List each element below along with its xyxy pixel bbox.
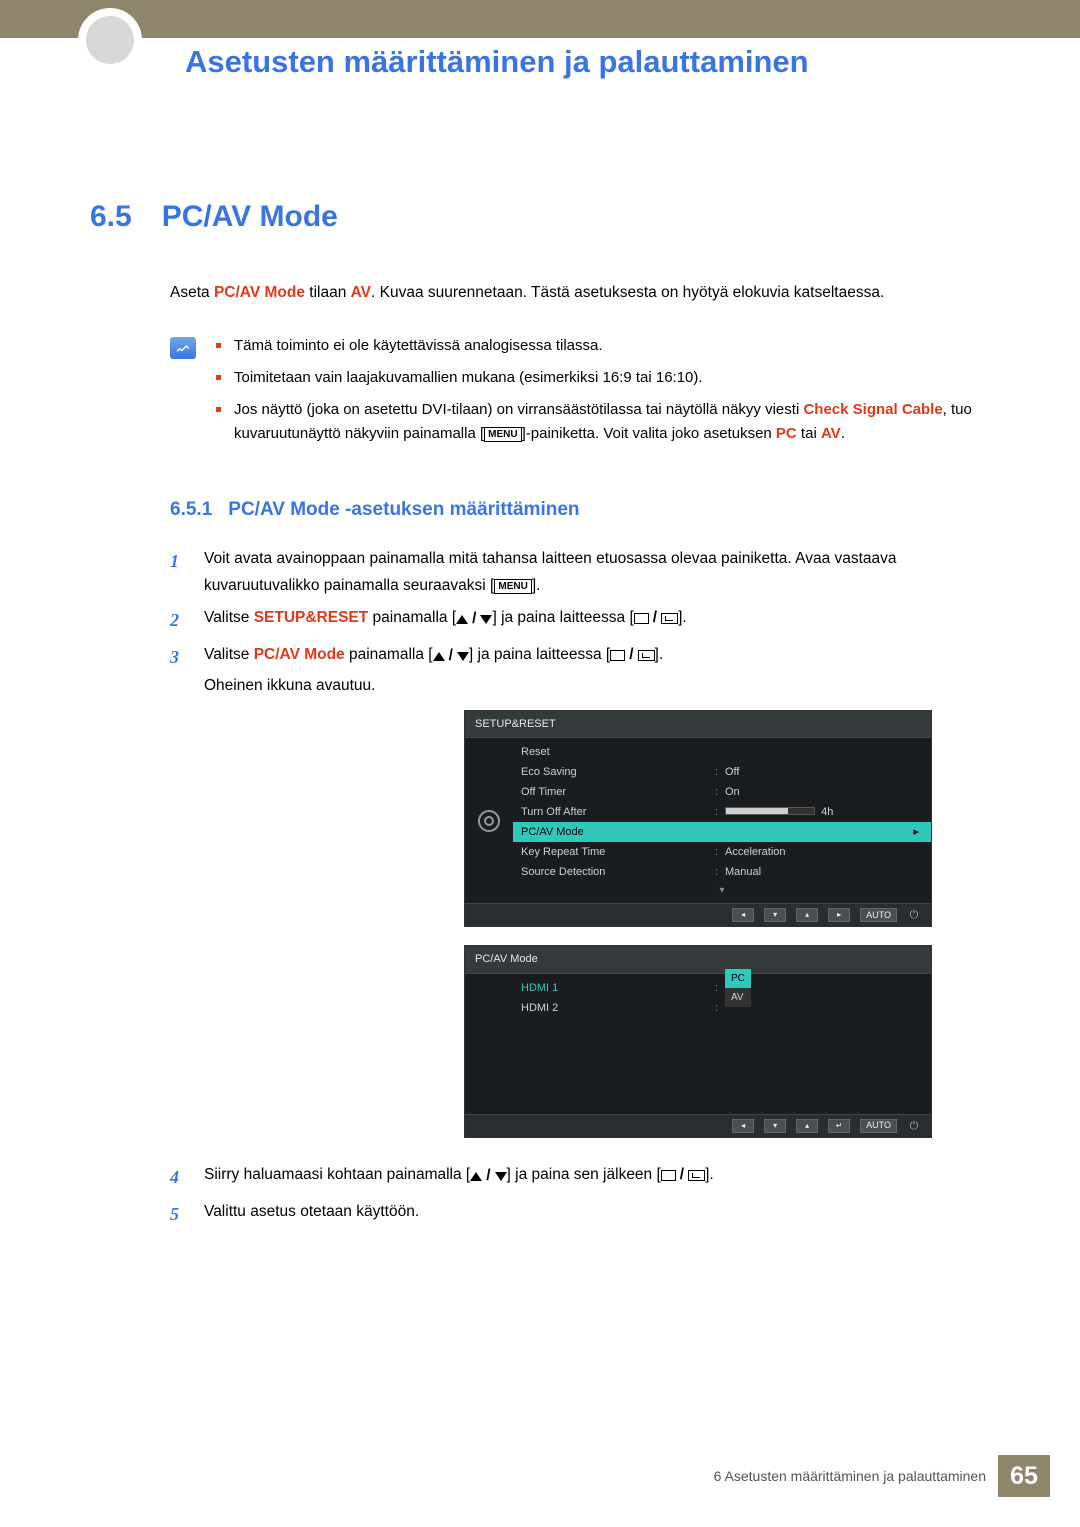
- pcav-mode-label: PC/AV Mode: [254, 646, 345, 663]
- intro-bold1: PC/AV Mode: [214, 284, 305, 301]
- step-number: 4: [170, 1162, 186, 1193]
- osd-row[interactable]: Source Detection:Manual: [513, 862, 931, 882]
- osd-slider[interactable]: [725, 807, 815, 815]
- step-body: Valitse SETUP&RESET painamalla [/] ja pa…: [204, 605, 985, 636]
- osd-option-pc[interactable]: PC: [725, 969, 751, 988]
- select-enter-icon: /: [610, 642, 654, 668]
- osd-option-av[interactable]: AV: [725, 988, 751, 1007]
- osd-more-indicator: ▾: [513, 882, 931, 901]
- step-body: Valitse PC/AV Mode painamalla [/] ja pai…: [204, 642, 985, 1156]
- step-body: Voit avata avainoppaan painamalla mitä t…: [204, 546, 985, 599]
- step-body: Valittu asetus otetaan käyttöön.: [204, 1199, 985, 1230]
- osd-nav-down[interactable]: ▾: [764, 908, 786, 922]
- subsection-title: PC/AV Mode -asetuksen määrittäminen: [228, 499, 579, 521]
- menu-key-icon: MENU: [484, 427, 521, 442]
- osd-row[interactable]: Key Repeat Time:Acceleration: [513, 842, 931, 862]
- subsection-number: 6.5.1: [170, 499, 212, 521]
- osd-pcav-mode: PC/AV Mode HDMI 1 : PC: [464, 945, 932, 1138]
- pc-label: PC: [776, 425, 797, 442]
- osd-title: SETUP&RESET: [465, 711, 931, 739]
- osd-row-selected[interactable]: PC/AV Mode▸: [513, 822, 931, 842]
- osd-side-icon: [465, 738, 513, 903]
- step-number: 3: [170, 642, 186, 1156]
- av-label: AV: [821, 425, 841, 442]
- chapter-badge: [78, 8, 142, 72]
- page-footer: 6 Asetusten määrittäminen ja palauttamin…: [714, 1455, 1050, 1497]
- intro-bold2: AV: [351, 284, 371, 301]
- top-bar: [0, 0, 1080, 38]
- osd-nav-left[interactable]: ◂: [732, 1119, 754, 1133]
- osd-footer: ◂ ▾ ▴ ↵ AUTO ⏻: [465, 1114, 931, 1137]
- up-down-icon: /: [433, 643, 469, 669]
- osd-row[interactable]: HDMI 1 : PC AV: [513, 978, 931, 998]
- osd-row[interactable]: Off Timer:On: [513, 782, 931, 802]
- osd-row[interactable]: Reset: [513, 742, 931, 762]
- intro-paragraph: Aseta PC/AV Mode tilaan AV. Kuvaa suuren…: [170, 281, 985, 304]
- footer-chapter-label: 6 Asetusten määrittäminen ja palauttamin…: [714, 1468, 986, 1484]
- power-icon[interactable]: ⏻: [907, 1119, 921, 1133]
- osd-auto-button[interactable]: AUTO: [860, 908, 897, 922]
- up-down-icon: /: [470, 1163, 506, 1189]
- osd-nav-right[interactable]: ▸: [828, 908, 850, 922]
- page-number-chip: 65: [998, 1455, 1050, 1497]
- menu-key-icon: MENU: [494, 579, 531, 594]
- osd-row[interactable]: Eco Saving:Off: [513, 762, 931, 782]
- osd-auto-button[interactable]: AUTO: [860, 1119, 897, 1133]
- step-body: Siirry haluamaasi kohtaan painamalla [/]…: [204, 1162, 985, 1193]
- osd-row[interactable]: Turn Off After: 4h: [513, 802, 931, 822]
- step-number: 5: [170, 1199, 186, 1230]
- intro-prefix: Aseta: [170, 284, 214, 301]
- osd-nav-enter[interactable]: ↵: [828, 1119, 850, 1133]
- info-item: Jos näyttö (joka on asetettu DVI-tilaan)…: [216, 398, 985, 446]
- info-item: Toimitetaan vain laajakuvamallien mukana…: [216, 366, 985, 390]
- osd-nav-up[interactable]: ▴: [796, 1119, 818, 1133]
- osd-nav-down[interactable]: ▾: [764, 1119, 786, 1133]
- osd-side-icon: [465, 974, 513, 1114]
- info-item: Tämä toiminto ei ole käytettävissä analo…: [216, 334, 985, 358]
- osd-nav-left[interactable]: ◂: [732, 908, 754, 922]
- up-down-icon: /: [456, 606, 492, 632]
- check-signal-cable: Check Signal Cable: [803, 401, 942, 418]
- select-enter-icon: /: [661, 1162, 705, 1188]
- osd-setup-reset: SETUP&RESET Reset Eco Saving:Off Off Tim…: [464, 710, 932, 928]
- chapter-badge-inner: [86, 16, 134, 64]
- info-list: Tämä toiminto ei ole käytettävissä analo…: [216, 334, 985, 454]
- step-number: 1: [170, 546, 186, 599]
- gear-icon: [478, 810, 500, 832]
- intro-suffix: . Kuvaa suurennetaan. Tästä asetuksesta …: [371, 284, 884, 301]
- section-number: 6.5: [90, 200, 132, 234]
- info-icon: [170, 337, 196, 359]
- osd-footer: ◂ ▾ ▴ ▸ AUTO ⏻: [465, 903, 931, 926]
- power-icon[interactable]: ⏻: [907, 908, 921, 922]
- intro-mid: tilaan: [305, 284, 351, 301]
- section-title: PC/AV Mode: [162, 200, 338, 234]
- setup-reset-label: SETUP&RESET: [254, 609, 369, 626]
- step-note: Oheinen ikkuna avautuu.: [204, 673, 985, 699]
- step-number: 2: [170, 605, 186, 636]
- page-title: Asetusten määrittäminen ja palauttaminen: [185, 44, 985, 80]
- select-enter-icon: /: [634, 605, 678, 631]
- osd-nav-up[interactable]: ▴: [796, 908, 818, 922]
